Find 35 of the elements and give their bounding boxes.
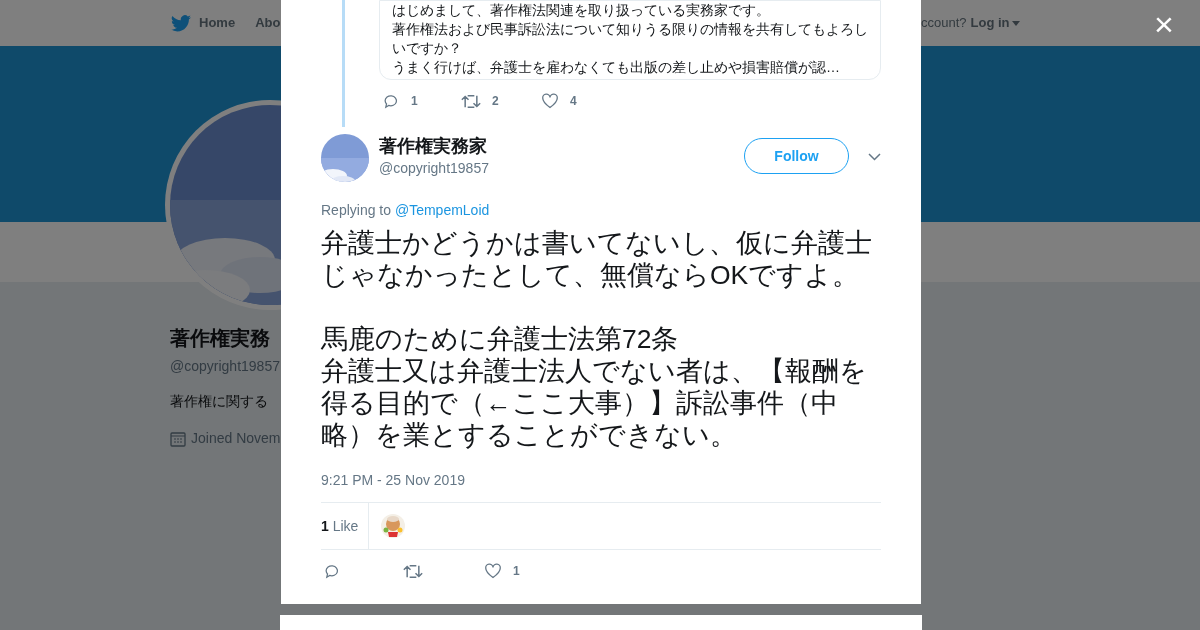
reply-count: 1 [411,93,418,110]
retweet-icon[interactable] [461,92,481,110]
retweet-icon[interactable] [403,562,423,580]
profile-bio: 著作権に関する [170,392,268,411]
close-button[interactable]: × [1154,8,1174,40]
replying-to-text: Replying to @TempemLoid [321,201,491,219]
mention-link[interactable]: @TempemLoid [394,202,490,218]
tweet-timestamp[interactable]: 9:21 PM - 25 Nov 2019 [321,471,881,489]
chevron-icon[interactable] [868,153,881,161]
quoted-text-line: いですか？ [392,39,463,58]
account-prompt: ccount? [921,14,967,33]
calendar-icon [170,430,186,447]
profile-name: 著作権実務 [170,326,270,350]
reply-icon[interactable] [383,92,400,110]
like-total[interactable]: 1 Like [321,515,359,537]
tweet-text: 弁護士又は弁護士法人でない者は、【報酬を得る目的で（←ここ大事）】訴訟事件（中略）を業とすることができない。 [321,355,868,451]
about-link[interactable]: Abo [255,13,281,33]
like-count: 1 [513,563,520,580]
heart-icon[interactable] [541,93,559,109]
quoted-text-line: うまく行けば、弁護士を雇わなくても出版の差し止めや損害賠償が認… [392,58,841,77]
home-link[interactable]: Home [199,13,236,33]
login-link[interactable]: Log in [970,13,1020,33]
quoted-text-line: 著作権法および民事訴訟法について知りうる限りの情報を共有してもよろし [392,20,868,39]
retweet-count: 2 [492,93,499,110]
author-handle[interactable]: @copyright19857 [379,158,489,178]
like-count: 4 [570,93,577,110]
heart-icon[interactable] [484,563,502,579]
joined-date: Joined Novem [191,429,281,448]
tweet-text: 弁護士かどうかは書いてないし、仮に弁護士じゃなかったとして、無償ならOKですよ。 [321,227,873,291]
quoted-text-line: はじめまして、著作権法関連を取り扱っている実務家です。 [392,1,771,20]
tweet-text: 馬鹿のために弁護士法第72条 [321,323,680,355]
caret-icon [1011,20,1020,26]
profile-handle: @copyright19857 [170,357,280,376]
reply-icon[interactable] [324,562,341,580]
author-name[interactable]: 著作権実務家 [379,134,489,158]
